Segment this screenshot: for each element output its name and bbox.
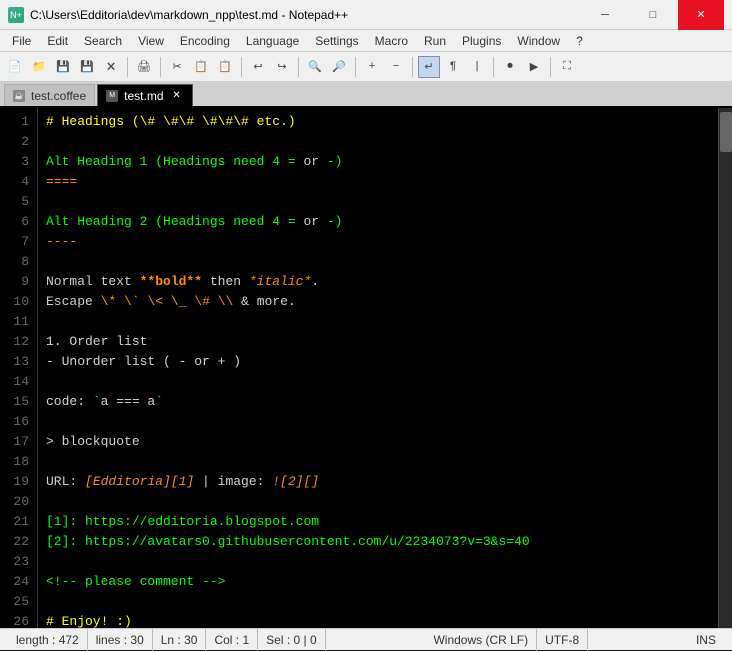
all-chars-button[interactable]: ¶ <box>442 56 464 78</box>
line-num: 22 <box>0 532 29 552</box>
tab-md[interactable]: M test.md ✕ <box>97 84 192 106</box>
line-num: 14 <box>0 372 29 392</box>
toolbar-sep-7 <box>493 57 494 77</box>
find-button[interactable]: 🔍 <box>304 56 326 78</box>
line-num: 3 <box>0 152 29 172</box>
menu-run[interactable]: Run <box>416 30 454 52</box>
status-col: Col : 1 <box>206 629 258 651</box>
cut-button[interactable]: ✂ <box>166 56 188 78</box>
line-num: 23 <box>0 552 29 572</box>
line-num: 12 <box>0 332 29 352</box>
fullscreen-button[interactable]: ⛶ <box>556 56 578 78</box>
zoom-out-button[interactable]: − <box>385 56 407 78</box>
find-replace-button[interactable]: 🔎 <box>328 56 350 78</box>
close-button[interactable]: ✕ <box>678 0 724 30</box>
toolbar-sep-1 <box>127 57 128 77</box>
indent-guide-button[interactable]: | <box>466 56 488 78</box>
menu-window[interactable]: Window <box>509 30 568 52</box>
line-num: 20 <box>0 492 29 512</box>
status-ins: INS <box>688 629 724 651</box>
zoom-in-button[interactable]: + <box>361 56 383 78</box>
menu-language[interactable]: Language <box>238 30 307 52</box>
undo-button[interactable]: ↩ <box>247 56 269 78</box>
title-controls: ─ □ ✕ <box>582 0 724 30</box>
toolbar-sep-4 <box>298 57 299 77</box>
line-num: 11 <box>0 312 29 332</box>
toolbar-sep-3 <box>241 57 242 77</box>
copy-button[interactable]: 📋 <box>190 56 212 78</box>
tab-coffee[interactable]: ☕ test.coffee <box>4 84 95 106</box>
line-num: 24 <box>0 572 29 592</box>
status-length: length : 472 <box>8 629 88 651</box>
line-num: 4 <box>0 172 29 192</box>
line-num: 9 <box>0 272 29 292</box>
tab-md-icon: M <box>106 90 118 102</box>
macro-play-button[interactable]: ▶ <box>523 56 545 78</box>
open-button[interactable]: 📁 <box>28 56 50 78</box>
new-button[interactable]: 📄 <box>4 56 26 78</box>
line-num: 17 <box>0 432 29 452</box>
editor-container: 1 2 3 4 5 6 7 8 9 10 11 12 13 14 15 16 1… <box>0 108 732 628</box>
redo-button[interactable]: ↪ <box>271 56 293 78</box>
menu-plugins[interactable]: Plugins <box>454 30 509 52</box>
menu-settings[interactable]: Settings <box>307 30 366 52</box>
line-num: 1 <box>0 112 29 132</box>
save-all-button[interactable]: 💾 <box>76 56 98 78</box>
status-encoding: UTF-8 <box>537 629 588 651</box>
line-num: 16 <box>0 412 29 432</box>
menu-file[interactable]: File <box>4 30 39 52</box>
close-button[interactable]: 🗙 <box>100 56 122 78</box>
status-ln: Ln : 30 <box>153 629 207 651</box>
wrap-button[interactable]: ↵ <box>418 56 440 78</box>
menu-bar: File Edit Search View Encoding Language … <box>0 30 732 52</box>
minimize-button[interactable]: ─ <box>582 0 628 30</box>
scrollbar-thumb[interactable] <box>720 112 732 152</box>
menu-help[interactable]: ? <box>568 30 591 52</box>
title-bar: N+ C:\Users\Edditoria\dev\markdown_npp\t… <box>0 0 732 30</box>
paste-button[interactable]: 📋 <box>214 56 236 78</box>
line-num: 10 <box>0 292 29 312</box>
line-num: 2 <box>0 132 29 152</box>
line-num: 18 <box>0 452 29 472</box>
status-eol: Windows (CR LF) <box>425 629 537 651</box>
line-num: 13 <box>0 352 29 372</box>
window-title: C:\Users\Edditoria\dev\markdown_npp\test… <box>30 8 348 22</box>
save-button[interactable]: 💾 <box>52 56 74 78</box>
tab-md-label: test.md <box>124 89 163 103</box>
title-bar-left: N+ C:\Users\Edditoria\dev\markdown_npp\t… <box>8 7 348 23</box>
line-num: 7 <box>0 232 29 252</box>
menu-encoding[interactable]: Encoding <box>172 30 238 52</box>
maximize-button[interactable]: □ <box>630 0 676 30</box>
tab-coffee-label: test.coffee <box>31 89 86 103</box>
menu-edit[interactable]: Edit <box>39 30 76 52</box>
line-num: 5 <box>0 192 29 212</box>
print-button[interactable]: 🖨 <box>133 56 155 78</box>
menu-view[interactable]: View <box>130 30 172 52</box>
status-lines: lines : 30 <box>88 629 153 651</box>
line-num: 8 <box>0 252 29 272</box>
line-num: 15 <box>0 392 29 412</box>
toolbar: 📄 📁 💾 💾 🗙 🖨 ✂ 📋 📋 ↩ ↪ 🔍 🔎 + − ↵ ¶ | ⏺ ▶ … <box>0 52 732 82</box>
line-num: 19 <box>0 472 29 492</box>
toolbar-sep-8 <box>550 57 551 77</box>
tab-md-close[interactable]: ✕ <box>170 89 184 103</box>
tab-bar: ☕ test.coffee M test.md ✕ <box>0 82 732 108</box>
status-sel: Sel : 0 | 0 <box>258 629 325 651</box>
app-icon: N+ <box>8 7 24 23</box>
line-numbers: 1 2 3 4 5 6 7 8 9 10 11 12 13 14 15 16 1… <box>0 108 38 628</box>
macro-record-button[interactable]: ⏺ <box>499 56 521 78</box>
line-num: 21 <box>0 512 29 532</box>
tab-coffee-icon: ☕ <box>13 90 25 102</box>
line-num: 25 <box>0 592 29 612</box>
toolbar-sep-2 <box>160 57 161 77</box>
line-num: 26 <box>0 612 29 628</box>
toolbar-sep-5 <box>355 57 356 77</box>
status-bar: length : 472 lines : 30 Ln : 30 Col : 1 … <box>0 628 732 650</box>
line-num: 6 <box>0 212 29 232</box>
menu-search[interactable]: Search <box>76 30 130 52</box>
menu-macro[interactable]: Macro <box>367 30 416 52</box>
toolbar-sep-6 <box>412 57 413 77</box>
vertical-scrollbar[interactable] <box>718 108 732 628</box>
code-editor[interactable]: # Headings (\# \#\# \#\#\# etc.) Alt Hea… <box>38 108 718 628</box>
